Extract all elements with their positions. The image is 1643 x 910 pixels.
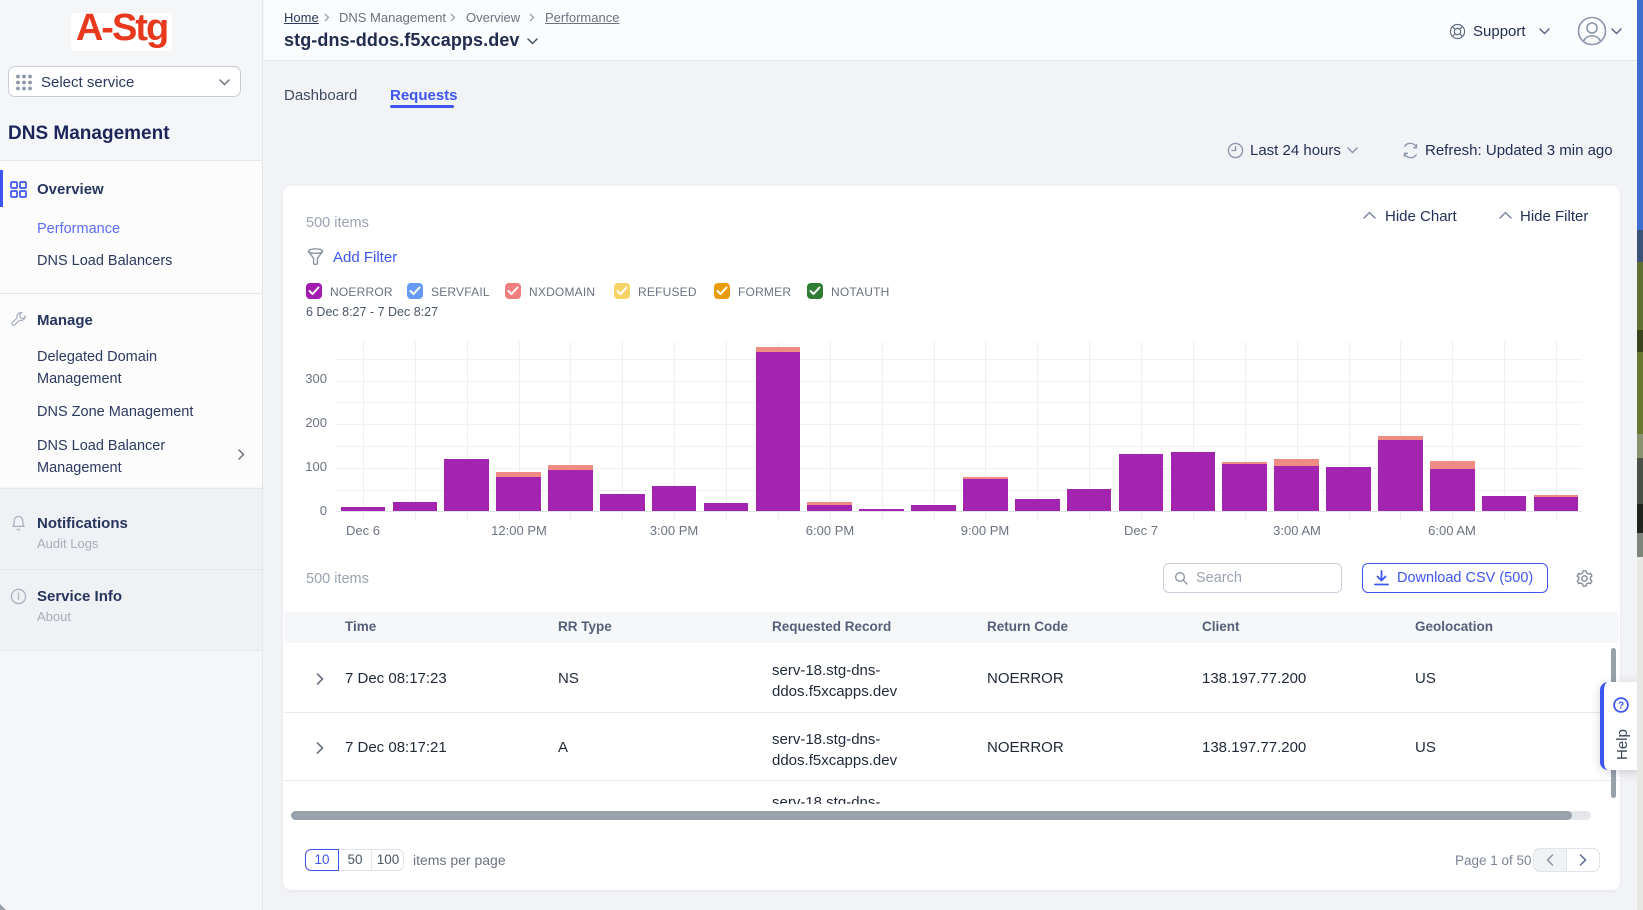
svg-text:?: ? [1618,701,1624,712]
